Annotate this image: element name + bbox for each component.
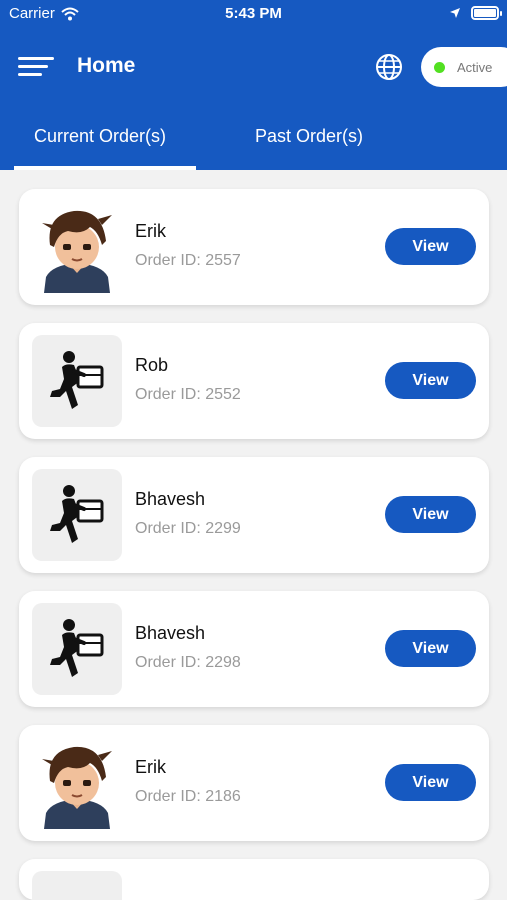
location-arrow-icon [450, 8, 460, 18]
globe-icon[interactable] [374, 52, 404, 82]
order-card: Erik Order ID: 2186 View [19, 725, 489, 841]
delivery-person-icon [32, 335, 122, 427]
order-id: Order ID: 2552 [135, 386, 241, 403]
customer-name: Bhavesh [135, 623, 206, 643]
delivery-person-icon [32, 603, 122, 695]
order-card: Bhavesh Order ID: 2299 View [19, 457, 489, 573]
status-bar: Carrier 5:43 PM [0, 0, 507, 30]
customer-avatar [32, 201, 122, 293]
order-id: Order ID: 2557 [135, 252, 241, 269]
status-time: 5:43 PM [225, 5, 282, 22]
order-id: Order ID: 2298 [135, 654, 241, 671]
tab-current-orders[interactable]: Current Order(s) [34, 126, 166, 147]
tab-past-orders[interactable]: Past Order(s) [255, 126, 363, 147]
hamburger-menu-icon[interactable] [18, 54, 54, 80]
view-order-button[interactable]: View [385, 228, 476, 265]
customer-name: Bhavesh [135, 489, 206, 509]
customer-name: Erik [135, 221, 166, 241]
order-card: Rob Order ID: 2552 View [19, 323, 489, 439]
view-order-button[interactable]: View [385, 362, 476, 399]
customer-name: Erik [135, 757, 166, 777]
active-status-label: Active [457, 59, 493, 75]
active-status-dot [434, 61, 445, 73]
view-order-button[interactable]: View [385, 496, 476, 533]
app-header: Carrier 5:43 PM Home Active Current Orde… [0, 0, 507, 170]
order-id: Order ID: 2186 [135, 788, 241, 805]
view-order-button[interactable]: View [385, 630, 476, 667]
order-card: Bhavesh Order ID: 2298 View [19, 591, 489, 707]
customer-avatar [32, 737, 122, 829]
order-card-partial [19, 859, 489, 900]
availability-toggle[interactable]: Active [421, 47, 507, 87]
delivery-person-icon [32, 871, 122, 900]
battery-icon [471, 6, 502, 20]
delivery-person-icon [32, 469, 122, 561]
order-id: Order ID: 2299 [135, 520, 241, 537]
customer-name: Rob [135, 355, 169, 375]
order-card: Erik Order ID: 2557 View [19, 189, 489, 305]
page-title: Home [77, 54, 136, 77]
tab-selected-indicator [14, 166, 196, 170]
view-order-button[interactable]: View [385, 764, 476, 801]
